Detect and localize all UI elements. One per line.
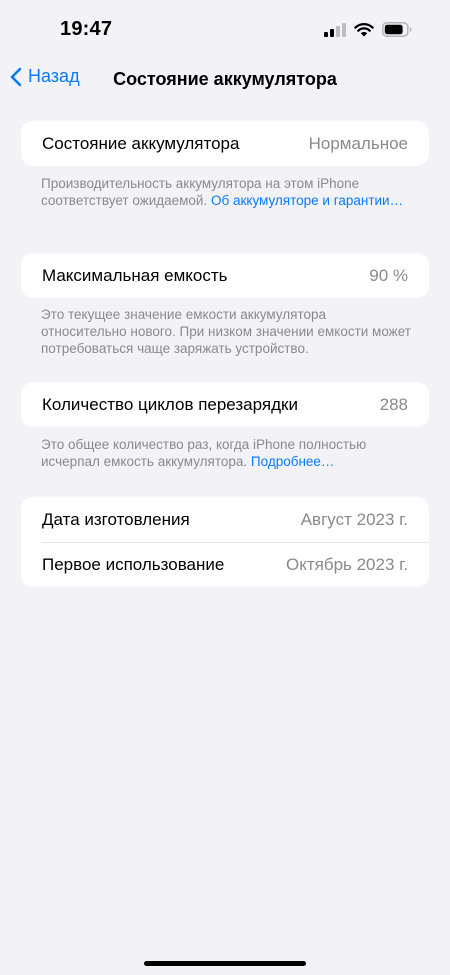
status-time: 19:47 — [60, 18, 113, 40]
max-capacity-group: Максимальная емкость 90 % — [21, 253, 429, 298]
battery-health-screen: 19:47 Назад Состояние аккумулятора Состо… — [0, 0, 450, 975]
page-title: Состояние аккумулятора — [113, 69, 337, 89]
max-capacity-row: Максимальная емкость 90 % — [21, 253, 429, 298]
home-indicator[interactable] — [144, 961, 306, 966]
cycle-count-footer: Это общее количество раз, когда iPhone п… — [41, 436, 411, 470]
cycle-count-value: 288 — [379, 394, 408, 414]
max-capacity-footer: Это текущее значение емкости аккумулятор… — [41, 306, 411, 357]
battery-health-row: Состояние аккумулятора Нормальное — [21, 121, 429, 166]
battery-health-value: Нормальное — [308, 133, 408, 153]
status-icons — [324, 22, 412, 37]
manufacture-date-row: Дата изготовления Август 2023 г. — [21, 497, 429, 542]
cycle-count-row: Количество циклов перезарядки 288 — [21, 382, 429, 427]
first-use-row: Первое использование Октябрь 2023 г. — [21, 542, 429, 587]
status-bar: 19:47 — [0, 0, 450, 60]
cellular-signal-icon — [324, 22, 346, 37]
learn-more-link[interactable]: Подробнее… — [251, 454, 335, 469]
dates-group: Дата изготовления Август 2023 г. Первое … — [21, 497, 429, 587]
battery-health-group: Состояние аккумулятора Нормальное — [21, 121, 429, 166]
max-capacity-footer-text: Это текущее значение емкости аккумулятор… — [41, 307, 411, 356]
first-use-value: Октябрь 2023 г. — [285, 554, 408, 574]
manufacture-date-value: Август 2023 г. — [300, 509, 408, 529]
max-capacity-label: Максимальная емкость — [42, 265, 228, 285]
first-use-label: Первое использование — [42, 554, 225, 574]
navigation-bar: Назад Состояние аккумулятора — [0, 60, 450, 100]
battery-health-label: Состояние аккумулятора — [42, 133, 240, 153]
wifi-icon — [354, 23, 374, 37]
battery-icon — [382, 22, 412, 37]
cycle-count-label: Количество циклов перезарядки — [42, 394, 298, 414]
manufacture-date-label: Дата изготовления — [42, 509, 190, 529]
max-capacity-value: 90 % — [369, 265, 408, 285]
battery-health-footer: Производительность аккумулятора на этом … — [41, 175, 411, 209]
about-battery-warranty-link[interactable]: Об аккумуляторе и гарантии… — [211, 193, 403, 208]
cycle-count-group: Количество циклов перезарядки 288 — [21, 382, 429, 427]
